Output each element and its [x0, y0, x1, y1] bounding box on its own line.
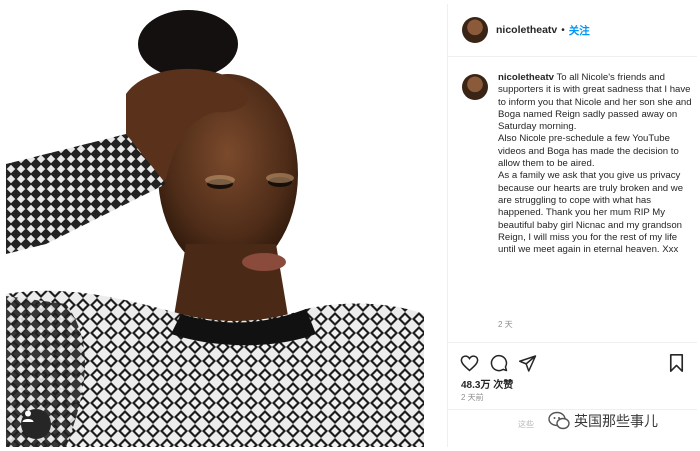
likes-count[interactable]: 48.3万 次赞 [461, 376, 513, 391]
tagged-user-button[interactable] [21, 409, 51, 439]
paper-plane-icon [519, 354, 537, 372]
caption-author-avatar[interactable] [462, 74, 488, 100]
instagram-post-window: nicoletheatv • 关注 nicoletheatv To all Ni… [0, 0, 700, 451]
heart-icon [460, 354, 478, 371]
caption-text: nicoletheatv To all Nicole's friends and… [498, 72, 692, 256]
caption-line-2: Also Nicole pre-schedule a few YouTube v… [498, 133, 679, 170]
author-avatar[interactable] [462, 17, 488, 43]
follow-button[interactable]: 关注 [569, 23, 590, 38]
post-details-panel: nicoletheatv • 关注 nicoletheatv To all Ni… [447, 4, 697, 447]
action-bar [448, 342, 697, 376]
post-photo[interactable] [6, 4, 424, 447]
caption-username[interactable]: nicoletheatv [498, 72, 554, 83]
caption-line-3: As a family we ask that you give us priv… [498, 170, 684, 256]
comment-icon [490, 354, 508, 372]
comment-button[interactable] [489, 353, 509, 373]
caption-age: 2 天 [498, 320, 513, 329]
wechat-icon [548, 411, 570, 430]
user-icon [22, 410, 34, 422]
watermark-subtext: 这些 [518, 420, 534, 429]
watermark-text: 英国那些事儿 [574, 414, 658, 430]
share-button[interactable] [518, 353, 538, 373]
post-timestamp: 2 天前 [461, 393, 484, 402]
portrait-image [6, 4, 424, 447]
like-button[interactable] [459, 353, 479, 373]
post-header: nicoletheatv • 关注 [448, 4, 697, 57]
caption-block: nicoletheatv To all Nicole's friends and… [462, 72, 692, 256]
separator-dot: • [561, 24, 565, 36]
save-button[interactable] [666, 353, 686, 373]
watermark: 英国那些事儿 [548, 411, 658, 431]
bookmark-icon [669, 354, 683, 372]
author-username[interactable]: nicoletheatv [496, 24, 557, 36]
